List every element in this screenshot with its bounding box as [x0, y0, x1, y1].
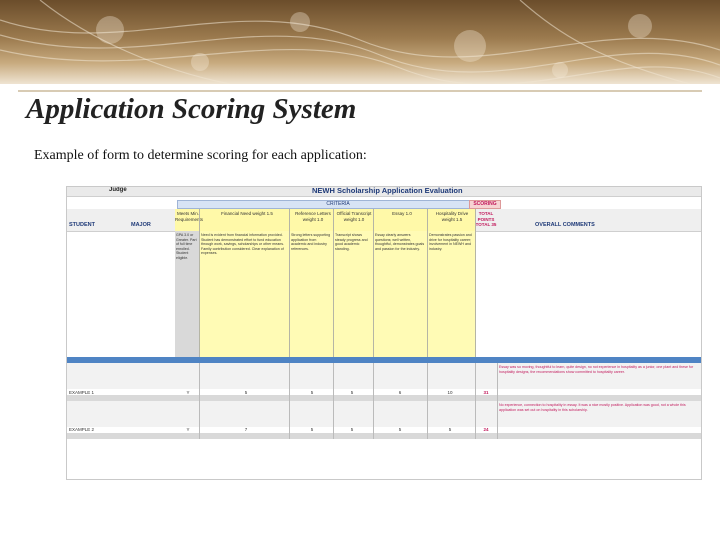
- score-cell: Y: [186, 390, 190, 395]
- slide-subtitle: Example of form to determine scoring for…: [34, 148, 367, 163]
- criteria-description: Transcript shows steady progress and goo…: [335, 233, 368, 251]
- column-divider: [289, 363, 290, 439]
- criteria-description: Need is evident from financial informati…: [201, 233, 285, 256]
- slide-title: Application Scoring System: [26, 93, 357, 125]
- student-name: EXAMPLE 1: [69, 390, 95, 395]
- scoring-label: SCORING: [469, 200, 501, 209]
- column-divider: [427, 209, 428, 357]
- decorative-swirl-graphic: [0, 0, 720, 84]
- column-divider: [199, 209, 200, 357]
- total-score-cell: 24: [483, 427, 489, 432]
- column-divider: [289, 209, 290, 357]
- score-cell: 5: [350, 390, 354, 395]
- criteria-header: Official Transcript weight 1.0: [336, 211, 372, 222]
- score-cell: 10: [447, 390, 453, 395]
- score-cell: 6: [398, 390, 402, 395]
- overall-comments-header: OVERALL COMMENTS: [535, 222, 595, 228]
- row-separator: [67, 433, 701, 439]
- criteria-header: Reference Letters weight 1.0: [295, 211, 331, 222]
- column-divider: [333, 363, 334, 439]
- student-header: STUDENT: [69, 222, 95, 228]
- score-cell: 5: [350, 427, 354, 432]
- score-cell: 5: [310, 427, 314, 432]
- column-divider: [373, 209, 374, 357]
- criteria-description: GPA 3.0 or Greater. Part of full time en…: [176, 233, 197, 260]
- score-cell: Y: [186, 427, 190, 432]
- column-divider: [475, 363, 476, 439]
- overall-comment: Essay was so moving, thoughtful to learn…: [499, 365, 694, 374]
- criteria-description: Strong letters supporting application fr…: [291, 233, 331, 251]
- major-header: MAJOR: [131, 222, 151, 228]
- score-cell: 7: [244, 427, 248, 432]
- decorative-banner: [0, 0, 720, 84]
- score-cell: 5: [448, 427, 452, 432]
- column-divider: [373, 363, 374, 439]
- sheet-title: NEWH Scholarship Application Evaluation: [312, 186, 463, 195]
- score-cell: 5: [398, 427, 402, 432]
- judge-label: Judge: [109, 187, 127, 193]
- criteria-header: Hospitality Drive weight 1.5: [435, 211, 469, 222]
- column-divider: [497, 363, 498, 439]
- scoring-spreadsheet: Judge NEWH Scholarship Application Evalu…: [66, 186, 702, 480]
- criteria-header: Meets Min. Requirements: [175, 211, 204, 222]
- title-divider: [18, 90, 702, 92]
- criteria-description: Demonstrates passion and drive for hospi…: [429, 233, 472, 251]
- column-divider: [475, 209, 476, 357]
- score-cell: 5: [244, 390, 248, 395]
- judge-row: Judge NEWH Scholarship Application Evalu…: [67, 187, 701, 197]
- criteria-label: CRITERIA: [177, 200, 499, 209]
- column-divider: [427, 363, 428, 439]
- criteria-header: Financial Need weight 1.5: [221, 211, 273, 216]
- criteria-description: Essay clearly answers questions; well wr…: [375, 233, 425, 251]
- column-divider: [333, 209, 334, 357]
- column-divider: [199, 363, 200, 439]
- criteria-header: Essay 1.0: [392, 211, 412, 216]
- total-score-cell: 31: [483, 390, 489, 395]
- student-name: EXAMPLE 2: [69, 427, 95, 432]
- score-cell: 5: [310, 390, 314, 395]
- overall-comment: No experience, connection to hospitality…: [499, 403, 686, 412]
